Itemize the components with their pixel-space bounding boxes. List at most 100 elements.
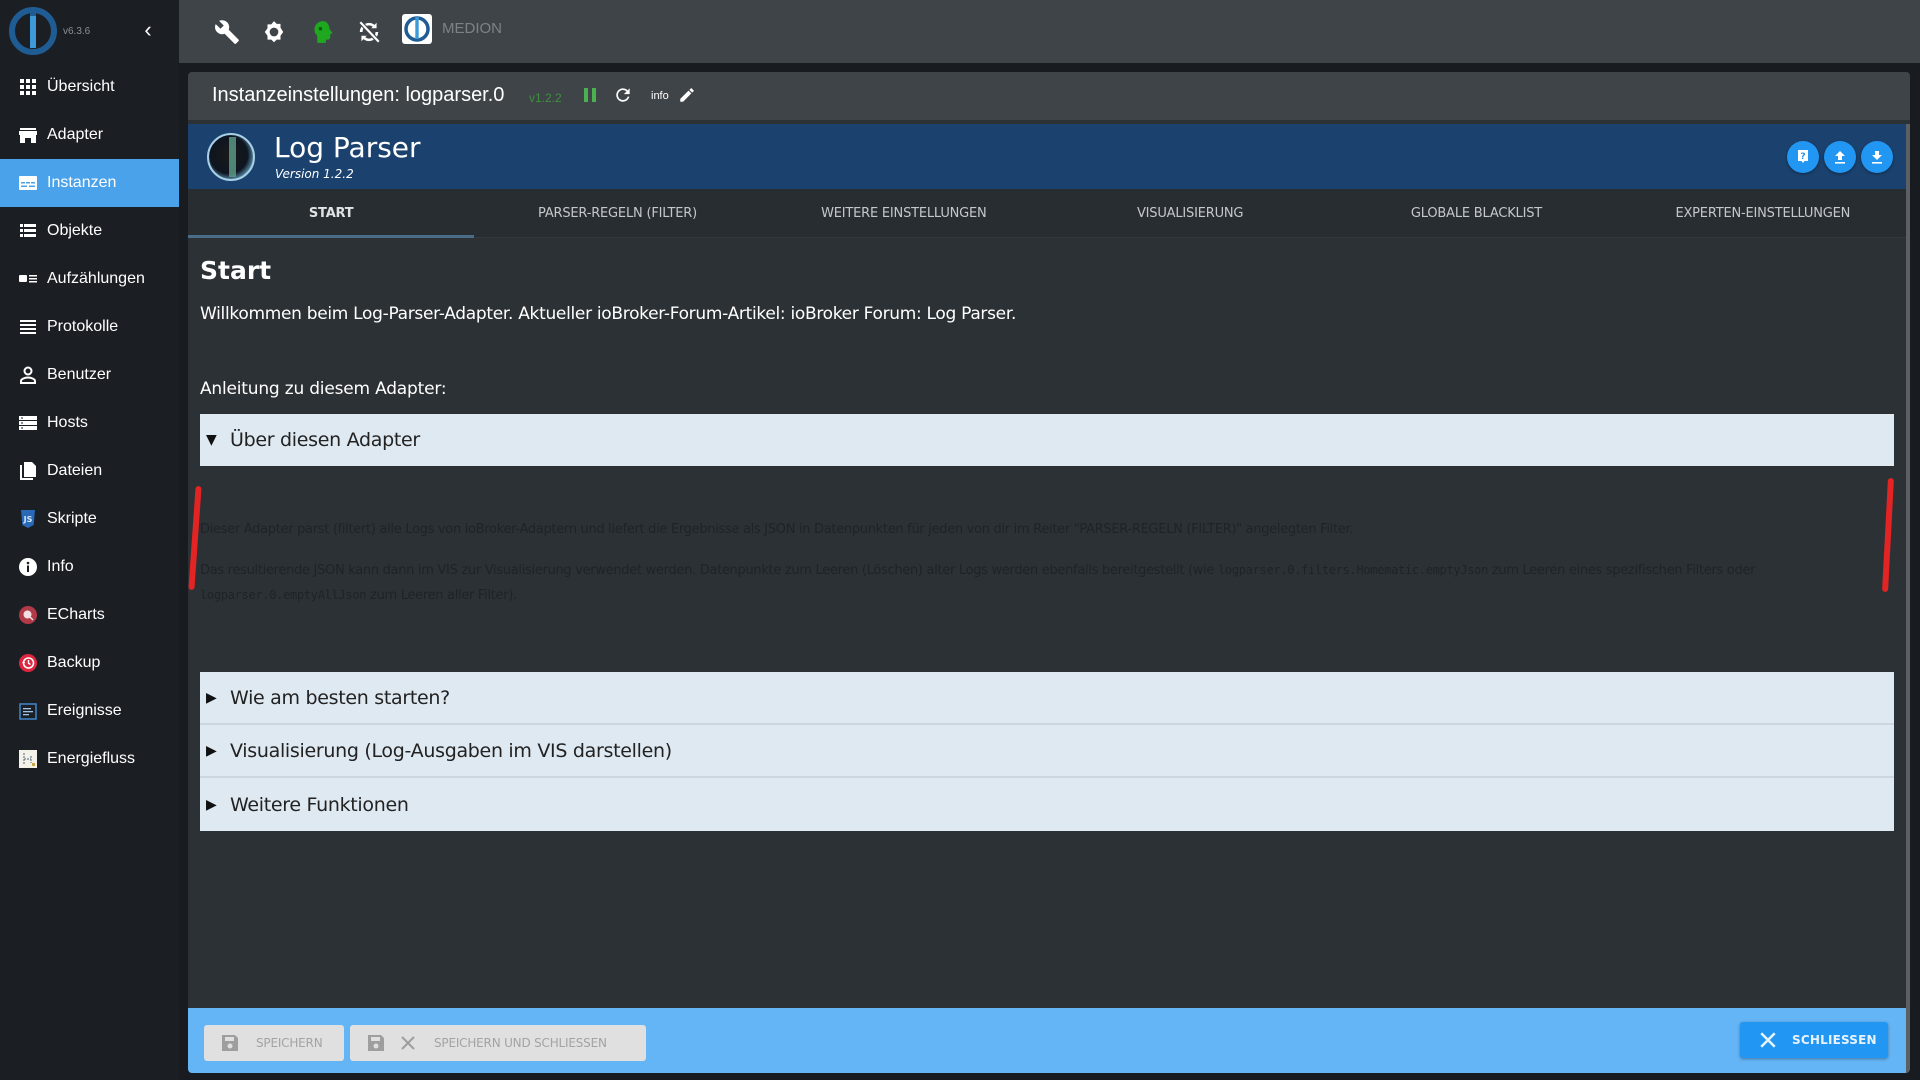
- caret-right-icon: ▶: [206, 796, 217, 813]
- enum-icon: [18, 269, 38, 289]
- floppy-disk-icon: [368, 1035, 384, 1051]
- save-label: SPEICHERN: [256, 1036, 323, 1050]
- section-heading: Start: [200, 256, 272, 285]
- guide-label: Anleitung zu diesem Adapter:: [200, 379, 447, 399]
- host-name[interactable]: MEDION: [442, 20, 502, 37]
- log-lines-icon: [18, 317, 38, 337]
- grid-icon: [18, 77, 38, 97]
- state-id-code: logparser.0.emptyAllJson: [200, 588, 367, 602]
- sidebar-item-benutzer[interactable]: Benutzer: [0, 351, 179, 399]
- help-button[interactable]: ?: [1787, 141, 1819, 173]
- close-label: SCHLIESSEN: [1792, 1033, 1877, 1047]
- close-button[interactable]: SCHLIESSEN: [1740, 1022, 1888, 1058]
- state-id-code: logparser.0.filters.Homematic.emptyJson: [1217, 563, 1489, 577]
- tab-experten-einstellungen[interactable]: EXPERTEN-EINSTELLUNGEN: [1620, 189, 1906, 237]
- tab-start[interactable]: START: [188, 189, 475, 238]
- upload-icon: [1835, 151, 1845, 164]
- sidebar-item-skripte[interactable]: JS Skripte: [0, 495, 179, 543]
- vertical-scrollbar[interactable]: [1906, 124, 1910, 1073]
- download-icon: [1872, 151, 1882, 164]
- instance-header: Instanzeinstellungen: logparser.0 v1.2.2…: [188, 72, 1910, 120]
- tab-visualisierung[interactable]: VISUALISIERUNG: [1047, 189, 1333, 237]
- brand: v6.3.6 ‹: [0, 0, 179, 63]
- accordion-weitere-funktionen[interactable]: ▶ Weitere Funktionen: [200, 778, 1894, 831]
- iobroker-logo-icon[interactable]: [8, 6, 58, 56]
- svg-text:JS: JS: [23, 515, 33, 524]
- sidebar-item-dateien[interactable]: Dateien: [0, 447, 179, 495]
- expert-mode-head-icon[interactable]: [309, 19, 335, 45]
- adapter-title: Log Parser: [274, 131, 421, 164]
- sidebar-item-objekte[interactable]: Objekte: [0, 207, 179, 255]
- accordion-title: Visualisierung (Log-Ausgaben im VIS dars…: [230, 739, 672, 762]
- sidebar-item-ereignisse[interactable]: Ereignisse: [0, 687, 179, 735]
- paragraph-text: zum Leeren eines spezifischen Filters od…: [1488, 563, 1756, 578]
- sidebar-item-label: Protokolle: [47, 318, 119, 335]
- forum-link[interactable]: ioBroker Forum: Log Parser: [790, 304, 1011, 324]
- tab-parser-regeln[interactable]: PARSER-REGELN (FILTER): [474, 189, 760, 237]
- accordion-ueber-diesen-adapter[interactable]: ▼ Über diesen Adapter: [200, 414, 1894, 466]
- save-and-close-button[interactable]: SPEICHERN UND SCHLIESSEN: [350, 1025, 646, 1061]
- sidebar-nav: Übersicht Adapter Instanzen Objekte Aufz…: [0, 63, 179, 783]
- host-logo-icon[interactable]: [402, 14, 432, 44]
- javascript-icon: JS: [18, 509, 38, 529]
- welcome-suffix: .: [1010, 304, 1017, 324]
- accordion-visualisierung[interactable]: ▶ Visualisierung (Log-Ausgaben im VIS da…: [200, 725, 1894, 778]
- instances-icon: [18, 173, 38, 193]
- sidebar-item-echarts[interactable]: ECharts: [0, 591, 179, 639]
- wrench-icon[interactable]: [214, 19, 240, 45]
- close-x-icon: [401, 1036, 415, 1050]
- sidebar-item-uebersicht[interactable]: Übersicht: [0, 63, 179, 111]
- admin-version: v6.3.6: [63, 26, 91, 37]
- sidebar-item-label: Skripte: [47, 510, 97, 527]
- events-icon: [18, 701, 38, 721]
- welcome-text: Willkommen beim Log-Parser-Adapter. Aktu…: [200, 304, 1016, 324]
- upload-settings-button[interactable]: [1824, 141, 1856, 173]
- topbar: MEDION: [179, 0, 1920, 63]
- info-icon: [18, 557, 38, 577]
- adapter-header: Log Parser Version 1.2.2 ?: [188, 124, 1906, 189]
- sidebar-item-label: ECharts: [47, 606, 105, 623]
- instance-settings-dialog: Instanzeinstellungen: logparser.0 v1.2.2…: [188, 72, 1910, 1073]
- sidebar-item-label: Aufzählungen: [47, 270, 145, 287]
- tab-weitere-einstellungen[interactable]: WEITERE EINSTELLUNGEN: [761, 189, 1047, 237]
- sidebar-item-adapter[interactable]: Adapter: [0, 111, 179, 159]
- caret-right-icon: ▶: [206, 689, 217, 706]
- instance-version: v1.2.2: [529, 91, 562, 105]
- accordion-title: Weitere Funktionen: [230, 793, 409, 816]
- sidebar-item-energiefluss[interactable]: Energiefluss: [0, 735, 179, 783]
- sidebar-item-label: Instanzen: [47, 174, 117, 191]
- sidebar-item-backup[interactable]: Backup: [0, 639, 179, 687]
- files-icon: [18, 461, 38, 481]
- accordion-title: Über diesen Adapter: [230, 429, 420, 451]
- sidebar-item-instanzen[interactable]: Instanzen: [0, 159, 179, 207]
- accordion-group: ▶ Wie am besten starten? ▶ Visualisierun…: [200, 672, 1894, 831]
- sidebar-item-label: Info: [47, 558, 74, 575]
- echarts-icon: [18, 605, 38, 625]
- tab-globale-blacklist[interactable]: GLOBALE BLACKLIST: [1333, 189, 1619, 237]
- sidebar-item-label: Objekte: [47, 222, 103, 239]
- sidebar-item-info[interactable]: Info: [0, 543, 179, 591]
- sidebar-item-aufzaehlungen[interactable]: Aufzählungen: [0, 255, 179, 303]
- download-settings-button[interactable]: [1861, 141, 1893, 173]
- accordion-wie-am-besten-starten[interactable]: ▶ Wie am besten starten?: [200, 672, 1894, 725]
- user-icon: [18, 365, 38, 385]
- caret-right-icon: ▶: [206, 742, 217, 759]
- logparser-logo-icon: [207, 133, 255, 181]
- edit-pencil-icon[interactable]: [678, 86, 696, 104]
- settings-gear-icon[interactable]: [261, 19, 287, 45]
- save-button[interactable]: SPEICHERN: [204, 1025, 344, 1061]
- sidebar-item-label: Energiefluss: [47, 750, 136, 767]
- info-link[interactable]: info: [651, 90, 669, 102]
- dialog-footer: SPEICHERN SPEICHERN UND SCHLIESSEN SCHLI…: [188, 1008, 1906, 1073]
- sync-disabled-icon[interactable]: [356, 19, 382, 45]
- pause-icon[interactable]: [581, 86, 599, 104]
- sidebar-item-label: Übersicht: [47, 78, 115, 95]
- paragraph-text: Das resultierende JSON kann dann im VIS …: [200, 563, 1218, 578]
- sidebar-item-protokolle[interactable]: Protokolle: [0, 303, 179, 351]
- sidebar-item-hosts[interactable]: Hosts: [0, 399, 179, 447]
- reload-icon[interactable]: [613, 85, 633, 105]
- instance-title: Instanzeinstellungen: logparser.0: [212, 84, 505, 106]
- sidebar-item-label: Backup: [47, 654, 101, 671]
- chevron-left-icon[interactable]: ‹: [138, 18, 158, 42]
- server-icon: [18, 413, 38, 433]
